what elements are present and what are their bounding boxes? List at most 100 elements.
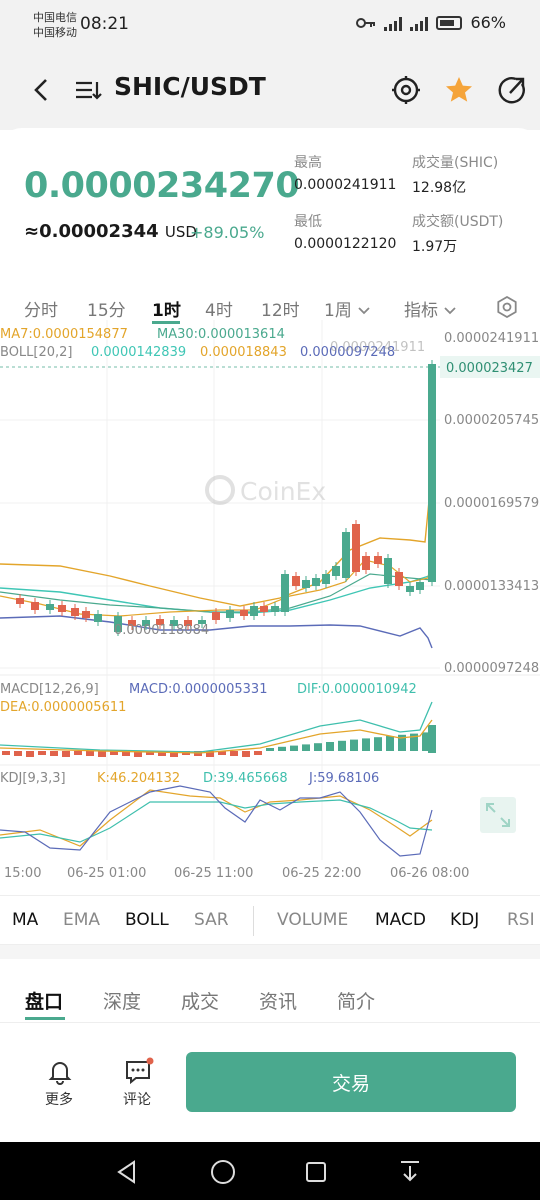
macd-histogram-bar (14, 751, 22, 756)
candle (322, 574, 330, 584)
chart-settings-icon[interactable] (496, 295, 518, 322)
macd-histogram-bar (86, 751, 94, 756)
low-label: 最低 (294, 214, 322, 230)
comment-button[interactable] (124, 1057, 156, 1091)
time-axis-label: 06-25 22:00 (282, 866, 362, 881)
recents-nav-icon[interactable] (305, 1161, 327, 1183)
tab-15m[interactable]: 15分 (87, 296, 126, 321)
system-nav-bar (0, 1142, 540, 1200)
macd-histogram-bar (254, 751, 262, 755)
share-icon[interactable] (494, 72, 530, 108)
indicator-kdj[interactable]: KDJ (450, 910, 479, 930)
price-axis-label: 0.0000241911 (444, 331, 540, 346)
indicator-rsi[interactable]: RSI (507, 910, 535, 930)
back-icon[interactable] (24, 72, 60, 108)
macd-histogram-bar (62, 751, 70, 757)
tab-trades[interactable]: 成交 (181, 987, 219, 1014)
tab-orderbook[interactable]: 盘口 (25, 987, 63, 1014)
low-value: 0.0000122120 (294, 236, 397, 252)
more-label: 更多 (45, 1092, 73, 1108)
candle (384, 558, 392, 584)
tab-1h[interactable]: 1时 (152, 296, 181, 321)
indicator-macd[interactable]: MACD (375, 910, 426, 930)
candle (58, 605, 66, 612)
notification-nav-icon[interactable] (398, 1159, 422, 1185)
macd-histogram-bar (326, 742, 334, 751)
j-line (0, 785, 433, 857)
candle (362, 556, 370, 570)
price-axis-label: 0.0000097248 (444, 661, 540, 676)
indicator-ma[interactable]: MA (12, 910, 38, 930)
pair-list-icon[interactable] (70, 72, 106, 108)
kline-chart[interactable]: CoinEx 0.000023427 (0, 320, 540, 890)
indicator-sar[interactable]: SAR (194, 910, 229, 930)
candle (406, 586, 414, 592)
svg-text:0.000023427: 0.000023427 (446, 361, 533, 376)
more-button[interactable] (46, 1058, 74, 1090)
boll-mid-value: 0.0000142839 (91, 345, 187, 360)
back-nav-icon[interactable] (116, 1160, 138, 1184)
tab-4h[interactable]: 4时 (205, 296, 233, 321)
k-value: K:46.204132 (97, 771, 181, 786)
macd-histogram-bar (98, 751, 106, 757)
macd-histogram-bar (362, 738, 370, 751)
status-bar: 中国电信 中国移动 08:21 66% (0, 0, 540, 50)
tab-news[interactable]: 资讯 (259, 987, 297, 1014)
macd-histogram-bar (278, 746, 286, 751)
candle (374, 556, 382, 564)
candle (82, 611, 90, 618)
carrier-info: 中国电信 中国移动 (33, 11, 77, 39)
candle (332, 566, 340, 576)
alert-icon[interactable] (388, 72, 424, 108)
comment-icon (126, 1057, 154, 1085)
price-axis-label: 0.0000133413 (444, 579, 540, 594)
boll-label: BOLL[20,2] (0, 345, 73, 360)
candle (94, 614, 102, 622)
watermark: CoinEx (205, 475, 326, 506)
favorite-star-icon[interactable] (441, 72, 477, 108)
candle (250, 606, 258, 616)
boll-up-value: 0.000018843 (200, 345, 287, 360)
macd-histogram-bar (2, 751, 10, 755)
tab-depth[interactable]: 深度 (103, 987, 141, 1014)
home-nav-icon[interactable] (210, 1159, 236, 1185)
candle (71, 608, 79, 616)
indicator-ema[interactable]: EMA (63, 910, 100, 930)
tab-1w[interactable]: 1周 (324, 296, 371, 321)
dea-value: DEA:0.0000005611 (0, 700, 127, 715)
macd-histogram-bar (374, 737, 382, 751)
macd-histogram-bar (350, 739, 358, 751)
candle (416, 582, 424, 590)
svg-text:CoinEx: CoinEx (240, 477, 326, 506)
indicator-volume[interactable]: VOLUME (277, 910, 348, 930)
battery-icon (436, 15, 463, 30)
divider (0, 1022, 540, 1023)
bell-icon (48, 1062, 72, 1085)
time-axis-label: 15:00 (4, 866, 42, 881)
candle (226, 610, 234, 618)
indicator-boll[interactable]: BOLL (125, 910, 169, 930)
macd-histogram-bar (428, 725, 436, 753)
macd-value: MACD:0.0000005331 (129, 682, 268, 697)
divider (253, 906, 254, 936)
fullscreen-icon[interactable] (480, 797, 516, 833)
tab-indicators[interactable]: 指标 (404, 296, 457, 321)
trade-button[interactable]: 交易 (186, 1052, 516, 1112)
price-axis-label: 0.0000205745 (444, 413, 540, 428)
candle (428, 364, 436, 582)
ma7-label: MA7:0.0000154877 (0, 327, 128, 342)
tab-intro[interactable]: 简介 (337, 987, 375, 1014)
candle (46, 604, 54, 610)
d-line (0, 799, 433, 843)
macd-histogram-bar (50, 751, 58, 756)
chevron-down-icon (444, 307, 457, 315)
candle (31, 602, 39, 610)
last-price: 0.0000234270 (24, 166, 300, 206)
tab-12h[interactable]: 12时 (261, 296, 300, 321)
tab-line[interactable]: 分时 (24, 296, 58, 321)
tab-active-indicator (25, 1017, 65, 1020)
candle (212, 612, 220, 620)
macd-histogram-bar (386, 736, 394, 751)
kdj-pane (0, 785, 433, 857)
macd-histogram-bar (302, 744, 310, 751)
